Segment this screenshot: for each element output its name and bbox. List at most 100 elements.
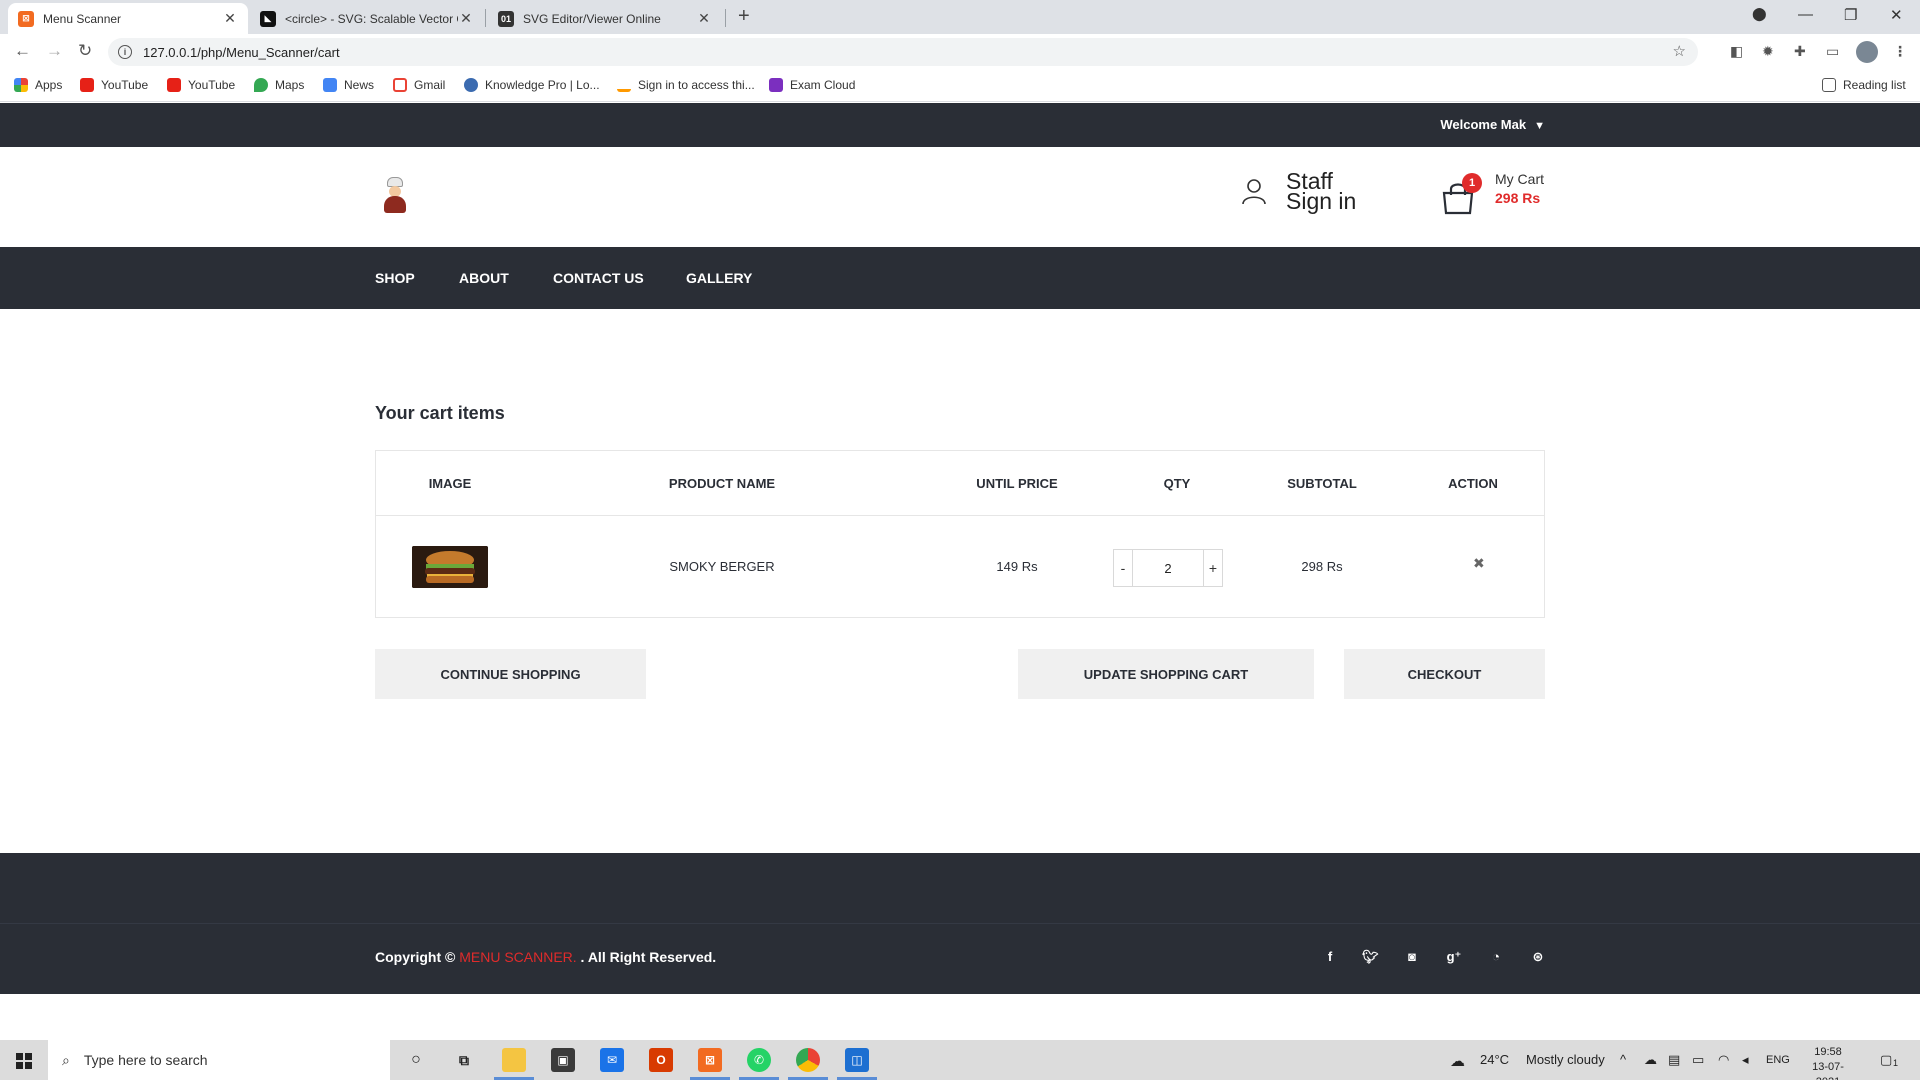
bookmark-label: News: [344, 78, 375, 92]
welcome-user-dropdown[interactable]: Welcome Mak ▼: [1440, 117, 1545, 132]
reading-list-label: Reading list: [1843, 78, 1906, 92]
editor-app-icon[interactable]: ◫: [845, 1048, 869, 1072]
facebook-icon[interactable]: f: [1322, 949, 1338, 964]
tab-svg-circle[interactable]: ◣ <circle> - SVG: Scalable Vector G ✕: [250, 3, 484, 34]
close-window-icon[interactable]: ✕: [1890, 6, 1903, 24]
notification-icon[interactable]: ▢: [1880, 1052, 1892, 1068]
xampp-favicon-icon: ⊠: [18, 10, 34, 27]
mail-icon[interactable]: ✉: [600, 1048, 624, 1072]
product-image-burger: [412, 546, 488, 588]
bookmark-label: Apps: [35, 78, 63, 92]
reading-list[interactable]: Reading list: [1822, 78, 1906, 92]
maps-pin-icon: [254, 78, 268, 92]
bookmark-star-icon[interactable]: ☆: [1673, 42, 1686, 60]
tray-app-icon[interactable]: ▤: [1668, 1052, 1680, 1068]
bookmark-amazon[interactable]: Sign in to access thi...: [617, 78, 755, 92]
weather-desc[interactable]: Mostly cloudy: [1526, 1052, 1605, 1067]
footer-brand-link[interactable]: MENU SCANNER.: [459, 949, 576, 965]
chrome-icon[interactable]: [796, 1048, 820, 1072]
qty-decrease-button[interactable]: -: [1114, 550, 1133, 586]
back-arrow-icon[interactable]: ←: [14, 41, 31, 61]
task-view-icon[interactable]: ⧉: [452, 1048, 476, 1072]
forward-arrow-icon[interactable]: →: [46, 41, 63, 61]
mdn-favicon-icon: ◣: [260, 10, 276, 27]
rss-icon[interactable]: ◔: [1488, 949, 1504, 964]
new-tab-plus-icon[interactable]: +: [738, 5, 750, 28]
taskbar-clock[interactable]: 19:58 13-07-2021: [1800, 1045, 1856, 1080]
windows-start-icon[interactable]: [16, 1053, 32, 1069]
bookmark-gmail[interactable]: Gmail: [393, 78, 445, 92]
tray-chevron-up-icon[interactable]: ^: [1620, 1052, 1626, 1067]
language-indicator[interactable]: ENG: [1766, 1054, 1790, 1066]
battery-icon[interactable]: ▭: [1692, 1052, 1704, 1068]
instagram-icon[interactable]: ◙: [1404, 949, 1420, 964]
weather-cloud-icon: ☁: [1450, 1053, 1465, 1070]
bookmark-label: Sign in to access thi...: [638, 78, 755, 92]
clock-date: 13-07-2021: [1812, 1061, 1844, 1080]
file-explorer-icon[interactable]: [502, 1048, 526, 1072]
minimize-icon[interactable]: —: [1798, 6, 1813, 23]
site-info-icon[interactable]: i: [118, 45, 132, 59]
table-row: SMOKY BERGER 149 Rs - + 298 Rs ✖: [376, 516, 1544, 618]
close-tab-icon[interactable]: ✕: [696, 10, 712, 27]
nav-contact-us[interactable]: CONTACT US: [553, 270, 644, 286]
dribbble-icon[interactable]: ⊛: [1530, 949, 1546, 965]
chevron-down-icon: ▼: [1534, 120, 1545, 132]
restore-icon[interactable]: ❐: [1844, 6, 1857, 24]
continue-shopping-button[interactable]: CONTINUE SHOPPING: [375, 649, 646, 699]
quantity-stepper: - +: [1113, 549, 1223, 587]
bookmark-youtube-2[interactable]: YouTube: [167, 78, 235, 92]
whatsapp-icon[interactable]: ✆: [747, 1048, 771, 1072]
office-icon[interactable]: O: [649, 1048, 673, 1072]
col-image: IMAGE: [428, 476, 472, 491]
qty-increase-button[interactable]: +: [1203, 550, 1222, 586]
taskbar-search-box[interactable]: ⌕ Type here to search: [48, 1040, 390, 1080]
tab-svg-editor[interactable]: 01 SVG Editor/Viewer Online ✕: [488, 3, 722, 34]
tab-search-icon[interactable]: ⬤: [1752, 6, 1767, 22]
product-unit-price: 149 Rs: [996, 559, 1038, 574]
bookmark-youtube[interactable]: YouTube: [80, 78, 148, 92]
staff-signin-link[interactable]: Staff Sign in: [1240, 168, 1376, 214]
search-icon: ⌕: [62, 1051, 70, 1068]
cart-label: My Cart: [1495, 171, 1544, 187]
checkout-button[interactable]: CHECKOUT: [1344, 649, 1545, 699]
close-tab-icon[interactable]: ✕: [458, 10, 474, 27]
reload-icon[interactable]: ↻: [78, 41, 92, 61]
staff-signin-text: Staff Sign in: [1286, 168, 1357, 214]
close-tab-icon[interactable]: ✕: [222, 10, 238, 27]
bookmark-knowledge-pro[interactable]: Knowledge Pro | Lo...: [464, 78, 600, 92]
bookmark-label: Exam Cloud: [790, 78, 856, 92]
main-navigation: SHOP ABOUT CONTACT US GALLERY: [0, 247, 1920, 309]
cart-table-header: IMAGE PRODUCT NAME UNTIL PRICE QTY SUBTO…: [376, 451, 1544, 516]
xampp-icon[interactable]: ⊠: [698, 1048, 722, 1072]
cortana-icon[interactable]: ○: [404, 1048, 428, 1072]
chef-logo[interactable]: [381, 177, 409, 215]
extension-icon[interactable]: ◧: [1730, 43, 1743, 60]
bookmark-maps[interactable]: Maps: [254, 78, 304, 92]
bookmark-exam-cloud[interactable]: Exam Cloud: [769, 78, 855, 92]
my-cart-link[interactable]: 1 My Cart 298 Rs: [1440, 171, 1550, 217]
nav-gallery[interactable]: GALLERY: [686, 270, 752, 286]
cast-icon[interactable]: ▭: [1826, 43, 1839, 60]
col-subtotal: SUBTOTAL: [1287, 476, 1357, 491]
onedrive-icon[interactable]: ☁: [1644, 1052, 1657, 1068]
weather-temp[interactable]: 24°C: [1480, 1052, 1509, 1067]
wifi-icon[interactable]: ◠: [1718, 1052, 1729, 1068]
bookmark-news[interactable]: News: [323, 78, 374, 92]
google-plus-icon[interactable]: g⁺: [1446, 949, 1462, 965]
profile-avatar[interactable]: [1856, 41, 1878, 63]
bookmark-apps[interactable]: Apps: [14, 78, 62, 92]
browser-menu-icon[interactable]: ⋮: [1893, 43, 1907, 60]
update-cart-button[interactable]: UPDATE SHOPPING CART: [1018, 649, 1314, 699]
nav-about[interactable]: ABOUT: [459, 270, 509, 286]
address-bar[interactable]: i 127.0.0.1/php/Menu_Scanner/cart ☆: [108, 38, 1698, 66]
store-icon[interactable]: ▣: [551, 1048, 575, 1072]
extension-bug-icon[interactable]: ✹: [1762, 43, 1774, 60]
nav-shop[interactable]: SHOP: [375, 270, 415, 286]
twitter-icon[interactable]: 🐦︎: [1362, 949, 1379, 965]
remove-item-icon[interactable]: ✖: [1473, 555, 1485, 572]
volume-icon[interactable]: ◂: [1742, 1052, 1749, 1068]
tab-menu-scanner[interactable]: ⊠ Menu Scanner ✕: [8, 3, 248, 34]
qty-input[interactable]: [1133, 550, 1203, 586]
extensions-puzzle-icon[interactable]: ✚: [1794, 43, 1806, 60]
